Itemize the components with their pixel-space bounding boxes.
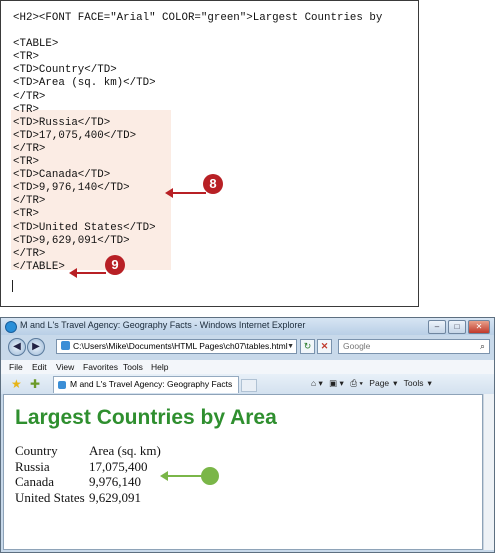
search-icon[interactable]: ⌕ (480, 340, 485, 353)
code-line: <TR> (13, 208, 39, 221)
refresh-button[interactable]: ↻ (300, 339, 315, 354)
menu-file[interactable]: File (9, 362, 23, 372)
address-text: C:\Users\Mike\Documents\HTML Pages\ch07\… (73, 341, 288, 351)
code-editor[interactable]: <H2><FONT FACE="Arial" COLOR="green">Lar… (0, 0, 419, 307)
favorites-star-icon[interactable]: ★ (11, 377, 22, 391)
favorites-bar: ★ ✚ M and L's Travel Agency: Geography F… (1, 374, 494, 394)
callout-8-badge: 8 (203, 174, 223, 194)
code-line: <TD>9,629,091</TD> (13, 234, 130, 247)
chevron-down-icon[interactable]: ▼ (287, 340, 294, 353)
page-icon (61, 341, 70, 350)
code-line: </TR> (13, 142, 46, 155)
ie-logo-icon (5, 321, 17, 333)
maximize-button[interactable]: □ (448, 320, 466, 334)
window-controls: – □ ✕ (428, 320, 490, 334)
chevron-down-icon: ▾ (393, 378, 398, 388)
code-text: <H2><FONT FACE="Arial" COLOR="green">Lar… (13, 12, 382, 274)
command-bar: ⌂ ▾ ▣ ▾ ⎙ ▾ Page ▾ Tools ▾ (311, 378, 436, 389)
table-cell: Russia (15, 458, 50, 474)
code-line: <TR> (13, 156, 39, 169)
menu-view[interactable]: View (56, 362, 74, 372)
menu-bar: File Edit View Favorites Tools Help (1, 360, 494, 374)
home-icon[interactable]: ⌂ ▾ (311, 378, 323, 388)
tab-current[interactable]: M and L's Travel Agency: Geography Facts (53, 376, 239, 393)
new-tab-button[interactable] (241, 379, 257, 392)
code-line: <TD>Canada</TD> (13, 169, 111, 182)
search-input[interactable]: Google ⌕ (338, 339, 490, 354)
close-button[interactable]: ✕ (468, 320, 490, 334)
text-cursor (12, 280, 13, 292)
table-header-cell: Area (sq. km) (89, 443, 161, 458)
table-cell: 17,075,400 (89, 458, 148, 474)
code-line: </TR> (13, 247, 46, 260)
stop-button[interactable]: ✕ (317, 339, 332, 354)
code-line: <TR> (13, 103, 39, 116)
table-cell: Canada (15, 474, 54, 489)
back-button[interactable]: ◀ (8, 338, 26, 356)
tools-menu[interactable]: Tools (404, 378, 424, 388)
table-cell: 9,976,140 (89, 474, 141, 489)
title-bar[interactable]: M and L's Travel Agency: Geography Facts… (1, 318, 494, 335)
menu-help[interactable]: Help (151, 362, 168, 372)
menu-edit[interactable]: Edit (32, 362, 47, 372)
code-line: <TD>United States</TD> (13, 221, 156, 234)
print-icon[interactable]: ⎙ ▾ (350, 378, 363, 388)
callout-9-arrow-icon (69, 268, 106, 278)
page-menu[interactable]: Page (369, 378, 389, 388)
address-bar[interactable]: C:\Users\Mike\Documents\HTML Pages\ch07\… (56, 339, 297, 354)
tab-label: M and L's Travel Agency: Geography Facts (70, 379, 233, 389)
feeds-icon[interactable]: ▣ ▾ (329, 378, 344, 388)
code-line: <TD>Area (sq. km)</TD> (13, 77, 156, 90)
code-line: </TR> (13, 90, 46, 103)
search-placeholder: Google (343, 341, 371, 351)
table-cell: 9,629,091 (89, 489, 141, 505)
code-line: <TR> (13, 51, 39, 64)
add-favorite-icon[interactable]: ✚ (30, 377, 40, 391)
code-line: <TD>Russia</TD> (13, 116, 111, 129)
code-line: <TD>Country</TD> (13, 64, 117, 77)
table-header-cell: Country (15, 443, 58, 458)
callout-8-arrow-icon (165, 188, 206, 198)
code-line: <TABLE> (13, 38, 59, 51)
address-row: ◀ ▶ C:\Users\Mike\Documents\HTML Pages\c… (1, 335, 494, 359)
browser-window: M and L's Travel Agency: Geography Facts… (0, 317, 495, 553)
menu-favorites[interactable]: Favorites (83, 362, 118, 372)
code-line: <TD>17,075,400</TD> (13, 129, 137, 142)
page-content: Largest Countries by Area Country Area (… (3, 394, 483, 550)
code-line: <H2><FONT FACE="Arial" COLOR="green">Lar… (13, 12, 383, 24)
page-icon (58, 381, 66, 389)
vertical-scrollbar[interactable] (483, 394, 494, 550)
minimize-button[interactable]: – (428, 320, 446, 334)
forward-button[interactable]: ▶ (27, 338, 45, 356)
window-title: M and L's Travel Agency: Geography Facts… (20, 320, 306, 330)
callout-9-badge: 9 (105, 255, 125, 275)
code-line: </TR> (13, 195, 46, 208)
green-callout-dot (201, 467, 219, 485)
table-cell: United States (15, 489, 85, 505)
green-callout-arrow-icon (160, 471, 203, 481)
chevron-down-icon: ▾ (427, 378, 432, 388)
page-title: Largest Countries by Area (15, 406, 277, 429)
menu-tools[interactable]: Tools (123, 362, 143, 372)
